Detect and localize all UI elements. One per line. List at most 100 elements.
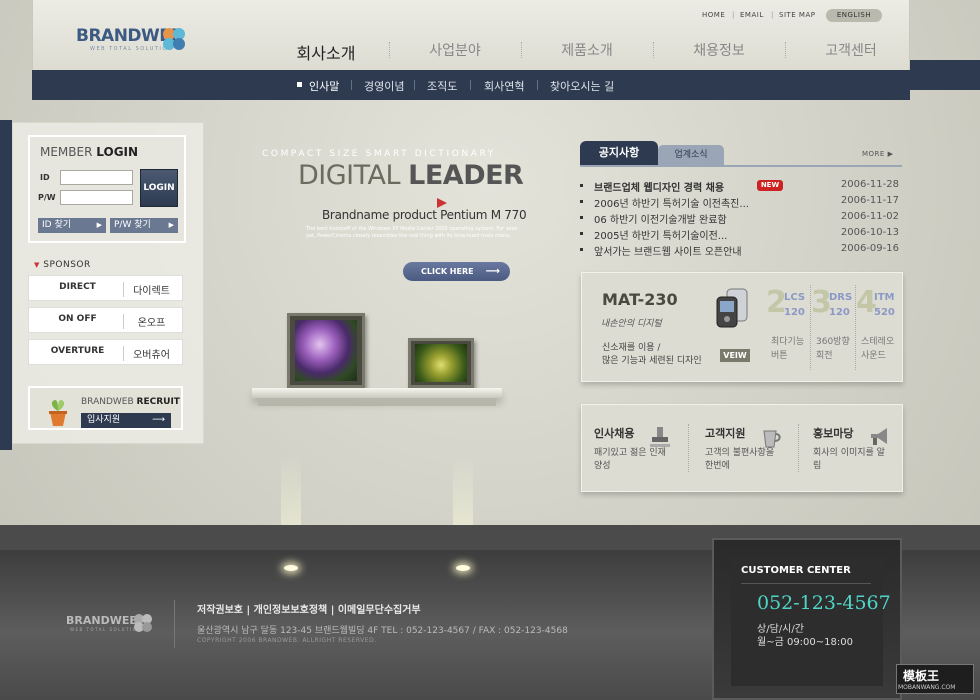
sponsor-item-direct[interactable]: DIRECT 다이렉트 — [28, 275, 183, 301]
sponsor-logo: ON OFF — [58, 314, 97, 324]
gnb-item-products[interactable]: 제품소개 — [532, 40, 642, 60]
product-tagline: 내손안의 디지털 — [601, 319, 662, 329]
display-shelf — [252, 388, 502, 398]
hero-title-bold: LEADER — [408, 160, 524, 191]
gnb-separator — [653, 42, 654, 58]
sponsor-item-onoff[interactable]: ON OFF 온오프 — [28, 307, 183, 333]
recruit-title-light: BRANDWEB — [81, 397, 134, 407]
arrow-right-icon: ▶ — [887, 150, 894, 158]
sponsor-title-text: SPONSOR — [43, 260, 91, 270]
sponsor-logo: OVERTURE — [50, 346, 105, 356]
notice-item[interactable]: 2005년 하반기 특허기술이전... 2006-10-13 — [580, 227, 902, 243]
bullet-icon — [580, 200, 583, 203]
notice-item[interactable]: 브랜드업체 웹디자인 경력 채용 2006-11-28 — [580, 179, 902, 195]
left-accent-bar — [0, 120, 12, 450]
service-separator — [688, 424, 689, 472]
click-here-button[interactable]: CLICK HERE ⟶ — [403, 262, 510, 281]
footer-links[interactable]: 저작권보호 | 개인정보보호정책 | 이메일무단수집거부 — [197, 601, 421, 616]
notice-title: 앞서가는 브랜드웹 사이트 오픈안내 — [594, 247, 742, 258]
footer-divider — [174, 600, 175, 648]
notice-title: 06 하반기 이전기술개발 완료함 — [594, 215, 727, 226]
feature-column: 3 DRS 120 360방향 회전 — [811, 285, 853, 373]
notice-date: 2006-11-28 — [840, 179, 899, 190]
sponsor-item-overture[interactable]: OVERTURE 오버츄어 — [28, 339, 183, 365]
find-id-button[interactable]: ID 찾기 ▶ — [38, 218, 106, 233]
view-button[interactable]: VEIW — [720, 349, 750, 362]
gnb-item-support[interactable]: 고객센터 — [796, 40, 906, 60]
sponsor-name: 다이렉트 — [123, 282, 179, 297]
stamp-icon — [650, 427, 670, 447]
hero-title-light: DIGITAL — [298, 160, 401, 191]
notice-item[interactable]: 앞서가는 브랜드웹 사이트 오픈안내 2006-09-16 — [580, 243, 902, 259]
subnav-item-directions[interactable]: 찾아오시는 길 — [550, 78, 614, 94]
logo-clover-icon — [163, 28, 185, 50]
hero-title: DIGITAL LEADER — [298, 160, 524, 191]
active-dot-icon — [297, 82, 302, 87]
hero-subtitle: COMPACT SIZE SMART DICTIONARY — [262, 149, 496, 159]
sponsor-name: 온오프 — [123, 314, 179, 329]
mobile-phone-icon — [716, 288, 748, 328]
subnav-item-philosophy[interactable]: 경영이념 — [364, 78, 404, 94]
footer-copyright: COPYRIGHT 2006 BRANDWEB. ALLRIGHT RESERV… — [197, 637, 377, 644]
gnb-item-company[interactable]: 회사소개 — [271, 40, 381, 64]
long-arrow-right-icon: ⟶ — [485, 266, 500, 277]
gnb-item-business[interactable]: 사업분야 — [400, 40, 510, 60]
util-separator: | — [732, 11, 735, 19]
gnb-item-recruit[interactable]: 채용정보 — [664, 40, 774, 60]
notice-title: 브랜드업체 웹디자인 경력 채용 — [594, 183, 725, 194]
login-title-light: MEMBER — [40, 145, 93, 159]
watermark-name: 模板王 — [903, 669, 940, 683]
pw-label: P/W — [38, 193, 56, 202]
sponsor-title: ▼ SPONSOR — [34, 260, 91, 270]
feature-label: 스테레오 사운드 — [861, 337, 895, 361]
notice-date: 2006-11-02 — [840, 211, 899, 222]
subnav-item-organization[interactable]: 조직도 — [427, 78, 457, 94]
english-button[interactable]: ENGLISH — [826, 9, 882, 22]
sub-navigation — [32, 70, 910, 100]
subnav-item-greeting[interactable]: 인사말 — [309, 78, 339, 94]
flower-image — [295, 320, 357, 381]
notice-item[interactable]: 06 하반기 이전기술개발 완료함 2006-11-02 — [580, 211, 902, 227]
recruit-title: BRANDWEB RECRUIT — [81, 397, 180, 407]
subnav-separator — [414, 80, 415, 90]
util-link-home[interactable]: HOME — [702, 11, 725, 19]
service-title: 인사채용 — [594, 427, 635, 440]
bullet-icon — [580, 216, 583, 219]
more-link[interactable]: MORE ▶ — [862, 150, 893, 158]
hero-description: The best knockoff of the Windows XP Medi… — [306, 226, 518, 239]
subnav-item-history[interactable]: 회사연혁 — [484, 78, 524, 94]
id-label: ID — [40, 173, 50, 182]
subnav-separator — [470, 80, 471, 90]
feature-column: 4 ITM 520 스테레오 사운드 — [856, 285, 898, 373]
triangle-down-icon: ▼ — [34, 261, 40, 269]
tab-notice[interactable]: 공지사항 — [580, 141, 658, 165]
find-pw-button[interactable]: P/W 찾기 ▶ — [110, 218, 178, 233]
tab-industry-news[interactable]: 업계소식 — [658, 145, 724, 165]
notice-item[interactable]: 2006년 하반기 특허기술 이전촉진... 2006-11-17 — [580, 195, 902, 211]
footer-clover-icon — [134, 614, 152, 632]
apply-button-label: 입사지원 — [87, 415, 121, 425]
util-link-email[interactable]: EMAIL — [740, 11, 764, 19]
gnb-separator — [521, 42, 522, 58]
notice-date: 2006-09-16 — [840, 243, 899, 254]
notice-title: 2006년 하반기 특허기술 이전촉진... — [594, 199, 749, 210]
customer-center-title: CUSTOMER CENTER — [741, 565, 851, 576]
util-link-sitemap[interactable]: SITE MAP — [779, 11, 815, 19]
feature-code: DRS 120 — [829, 292, 853, 318]
apply-button[interactable]: 입사지원 ⟶ — [81, 413, 171, 428]
id-input[interactable] — [60, 170, 133, 185]
util-separator: | — [771, 11, 774, 19]
long-arrow-right-icon: ⟶ — [152, 415, 165, 425]
pw-input[interactable] — [60, 190, 133, 205]
arrow-right-icon: ▶ — [96, 221, 102, 229]
gnb-separator — [785, 42, 786, 58]
service-title: 고객지원 — [705, 427, 746, 440]
login-button[interactable]: LOGIN — [140, 169, 178, 207]
service-description: 회사의 이미지를 알림 — [813, 448, 885, 471]
spotlight-beam — [453, 455, 473, 530]
notice-date: 2006-11-17 — [840, 195, 899, 206]
product-description-line2: 많은 기능과 세련된 디자인 — [602, 356, 702, 366]
find-pw-label: P/W 찾기 — [114, 220, 151, 230]
more-link-label: MORE — [862, 150, 885, 158]
notice-divider — [580, 165, 902, 167]
